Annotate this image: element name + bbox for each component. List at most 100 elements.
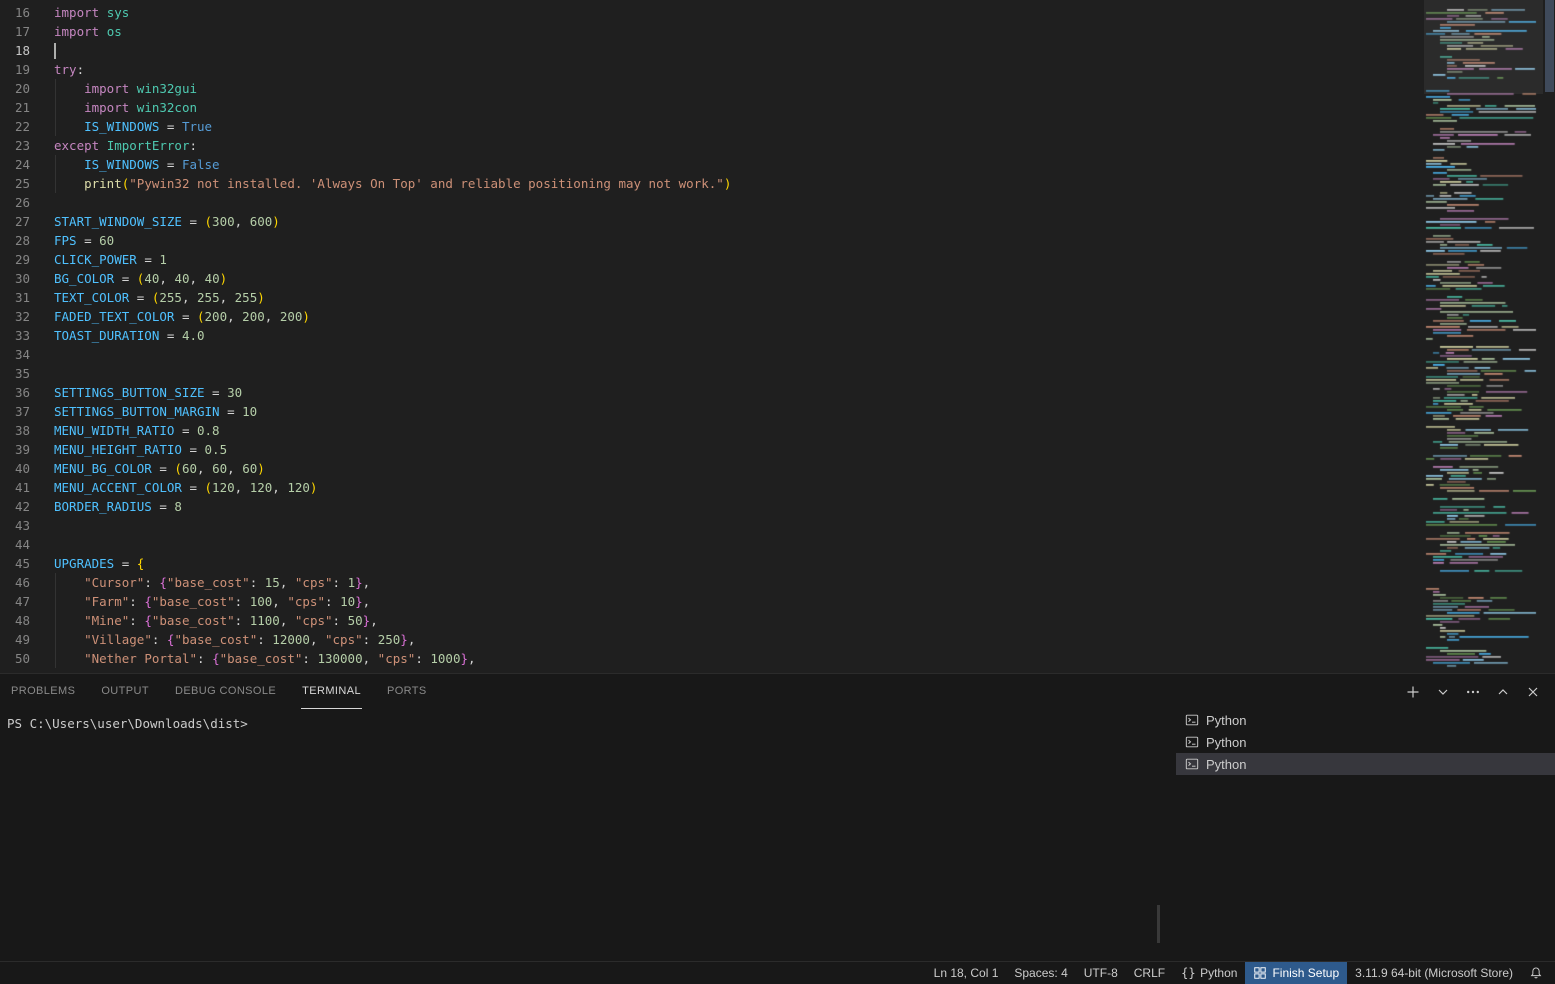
code-line-44[interactable]: 44	[0, 535, 1415, 554]
line-content: FPS = 60	[54, 233, 115, 248]
close-panel-icon[interactable]	[1525, 684, 1541, 700]
line-content: MENU_BG_COLOR = (60, 60, 60)	[54, 461, 265, 476]
code-line-18[interactable]: 18	[0, 41, 1415, 60]
terminal-scrollbar-thumb[interactable]	[1157, 905, 1160, 943]
code-line-38[interactable]: 38 MENU_WIDTH_RATIO = 0.8	[0, 421, 1415, 440]
line-content: import win32con	[54, 98, 197, 117]
code-line-47[interactable]: 47 "Farm": {"base_cost": 100, "cps": 10}…	[0, 592, 1415, 611]
status-eol[interactable]: CRLF	[1126, 962, 1173, 984]
code-line-34[interactable]: 34	[0, 345, 1415, 364]
code-line-41[interactable]: 41 MENU_ACCENT_COLOR = (120, 120, 120)	[0, 478, 1415, 497]
terminal-list-item-1[interactable]: Python	[1176, 709, 1555, 731]
text-cursor	[54, 42, 56, 59]
status-encoding[interactable]: UTF-8	[1076, 962, 1126, 984]
line-content: "Village": {"base_cost": 12000, "cps": 2…	[54, 630, 415, 649]
code-line-23[interactable]: 23 except ImportError:	[0, 136, 1415, 155]
line-number: 49	[14, 632, 30, 647]
minimap-canvas	[1424, 0, 1540, 673]
terminal-output[interactable]: PS C:\Users\user\Downloads\dist>	[0, 709, 1168, 961]
panel-tab-problems[interactable]: PROBLEMS	[10, 674, 76, 709]
line-number: 50	[14, 651, 30, 666]
status-indentation[interactable]: Spaces: 4	[1006, 962, 1075, 984]
code-line-27[interactable]: 27 START_WINDOW_SIZE = (300, 600)	[0, 212, 1415, 231]
code-line-21[interactable]: 21 import win32con	[0, 98, 1415, 117]
line-number: 27	[14, 214, 30, 229]
line-content: MENU_ACCENT_COLOR = (120, 120, 120)	[54, 480, 318, 495]
minimap-slider[interactable]	[1424, 0, 1543, 94]
code-line-26[interactable]: 26	[0, 193, 1415, 212]
terminal-list-label: Python	[1206, 734, 1247, 750]
status-finish-setup[interactable]: Finish Setup	[1245, 962, 1348, 984]
terminal-list-item-2[interactable]: Python	[1176, 731, 1555, 753]
status-python-interpreter-label: 3.11.9 64-bit (Microsoft Store)	[1355, 966, 1513, 980]
code-line-46[interactable]: 46 "Cursor": {"base_cost": 15, "cps": 1}…	[0, 573, 1415, 592]
line-number: 39	[14, 442, 30, 457]
line-number: 46	[14, 575, 30, 590]
editor-scrollbar[interactable]	[1543, 0, 1555, 673]
code-line-29[interactable]: 29 CLICK_POWER = 1	[0, 250, 1415, 269]
terminal-icon	[1185, 757, 1199, 771]
terminal-prompt[interactable]: PS C:\Users\user\Downloads\dist>	[7, 716, 248, 731]
code-lines: 16 import sys 17 import os 18 19 try: 20 import…	[0, 3, 1415, 668]
terminal-list-item-3[interactable]: Python	[1176, 753, 1555, 775]
code-line-16[interactable]: 16 import sys	[0, 3, 1415, 22]
line-number: 34	[14, 347, 30, 362]
line-content: "Nether Portal": {"base_cost": 130000, "…	[54, 649, 476, 668]
code-line-19[interactable]: 19 try:	[0, 60, 1415, 79]
code-line-36[interactable]: 36 SETTINGS_BUTTON_SIZE = 30	[0, 383, 1415, 402]
line-content	[54, 41, 56, 60]
code-editor[interactable]: 16 import sys 17 import os 18 19 try: 20 import…	[0, 0, 1555, 673]
editor-scrollbar-thumb[interactable]	[1545, 0, 1554, 92]
terminal-list-label: Python	[1206, 756, 1247, 772]
code-line-33[interactable]: 33 TOAST_DURATION = 4.0	[0, 326, 1415, 345]
code-line-48[interactable]: 48 "Mine": {"base_cost": 1100, "cps": 50…	[0, 611, 1415, 630]
code-line-20[interactable]: 20 import win32gui	[0, 79, 1415, 98]
code-line-39[interactable]: 39 MENU_HEIGHT_RATIO = 0.5	[0, 440, 1415, 459]
code-line-22[interactable]: 22 IS_WINDOWS = True	[0, 117, 1415, 136]
finish-setup-icon	[1253, 966, 1267, 980]
code-line-25[interactable]: 25 print("Pywin32 not installed. 'Always…	[0, 174, 1415, 193]
bottom-panel: PROBLEMS OUTPUT DEBUG CONSOLE TERMINAL PORTS…	[0, 673, 1555, 962]
minimap[interactable]	[1424, 0, 1543, 673]
more-actions-icon[interactable]	[1465, 684, 1481, 700]
line-number: 22	[14, 119, 30, 134]
status-notifications[interactable]	[1521, 962, 1551, 984]
line-number: 18	[14, 43, 30, 58]
status-python-interpreter[interactable]: 3.11.9 64-bit (Microsoft Store)	[1347, 962, 1521, 984]
launch-profile-icon[interactable]	[1435, 684, 1451, 700]
panel-tab-debug-console[interactable]: DEBUG CONSOLE	[174, 674, 277, 709]
code-line-30[interactable]: 30 BG_COLOR = (40, 40, 40)	[0, 269, 1415, 288]
code-line-17[interactable]: 17 import os	[0, 22, 1415, 41]
code-line-42[interactable]: 42 BORDER_RADIUS = 8	[0, 497, 1415, 516]
code-line-43[interactable]: 43	[0, 516, 1415, 535]
code-line-40[interactable]: 40 MENU_BG_COLOR = (60, 60, 60)	[0, 459, 1415, 478]
line-content: import sys	[54, 5, 130, 20]
code-line-49[interactable]: 49 "Village": {"base_cost": 12000, "cps"…	[0, 630, 1415, 649]
language-mode-icon: {}	[1181, 966, 1196, 980]
line-number: 20	[14, 81, 30, 96]
line-content: print("Pywin32 not installed. 'Always On…	[54, 174, 731, 193]
line-content: MENU_WIDTH_RATIO = 0.8	[54, 423, 220, 438]
line-content: import win32gui	[54, 79, 197, 98]
line-number: 24	[14, 157, 30, 172]
status-encoding-label: UTF-8	[1083, 966, 1118, 980]
status-cursor-position[interactable]: Ln 18, Col 1	[926, 962, 1007, 984]
code-line-35[interactable]: 35	[0, 364, 1415, 383]
code-line-24[interactable]: 24 IS_WINDOWS = False	[0, 155, 1415, 174]
panel-tab-ports[interactable]: PORTS	[386, 674, 428, 709]
code-line-37[interactable]: 37 SETTINGS_BUTTON_MARGIN = 10	[0, 402, 1415, 421]
code-line-31[interactable]: 31 TEXT_COLOR = (255, 255, 255)	[0, 288, 1415, 307]
status-language-mode[interactable]: {} Python	[1173, 962, 1245, 984]
panel-actions	[1405, 684, 1541, 700]
code-line-28[interactable]: 28 FPS = 60	[0, 231, 1415, 250]
new-terminal-icon[interactable]	[1405, 684, 1421, 700]
line-content: BORDER_RADIUS = 8	[54, 499, 182, 514]
line-number: 33	[14, 328, 30, 343]
code-line-45[interactable]: 45 UPGRADES = {	[0, 554, 1415, 573]
panel-tab-terminal[interactable]: TERMINAL	[301, 674, 362, 709]
line-content: IS_WINDOWS = True	[54, 117, 212, 136]
code-line-50[interactable]: 50 "Nether Portal": {"base_cost": 130000…	[0, 649, 1415, 668]
maximize-panel-icon[interactable]	[1495, 684, 1511, 700]
code-line-32[interactable]: 32 FADED_TEXT_COLOR = (200, 200, 200)	[0, 307, 1415, 326]
panel-tab-output[interactable]: OUTPUT	[100, 674, 150, 709]
